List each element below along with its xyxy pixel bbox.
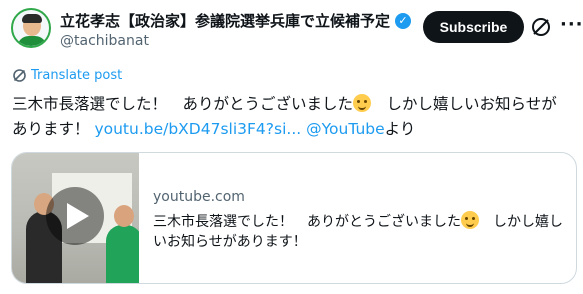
- author-handle[interactable]: @tachibanat: [60, 33, 149, 49]
- tweet-mention[interactable]: @YouTube: [306, 120, 385, 138]
- avatar-shirt: [17, 36, 47, 46]
- verified-badge-icon[interactable]: ✓: [395, 12, 412, 29]
- avatar-hair: [22, 14, 42, 23]
- card-title-part1: 三木市長落選でした！ ありがとうございました: [153, 214, 461, 230]
- card-domain: youtube.com: [153, 189, 245, 205]
- smiling-face-emoji: [353, 94, 372, 112]
- translate-icon: [13, 69, 26, 82]
- author-display-name[interactable]: 立花孝志【政治家】参議院選挙兵庫で立候補予定: [60, 10, 390, 31]
- avatar[interactable]: [11, 8, 51, 48]
- more-options-icon[interactable]: ···: [560, 14, 583, 35]
- thumbnail-person-right: [106, 225, 139, 283]
- tweet-suffix: より: [384, 120, 416, 138]
- translate-post-label[interactable]: Translate post: [31, 68, 122, 83]
- author-name-row[interactable]: 立花孝志【政治家】参議院選挙兵庫で立候補予定 ✓: [60, 10, 412, 31]
- thumbnail-person-right-head: [114, 205, 134, 227]
- card-smiling-face-emoji: [461, 211, 479, 229]
- play-triangle: [67, 203, 89, 229]
- tweet-text: 三木市長落選でした！ ありがとうございました しかし嬉しいお知らせがあります！ …: [12, 92, 572, 142]
- link-preview-card[interactable]: youtube.com 三木市長落選でした！ ありがとうございました しかし嬉し…: [11, 152, 577, 284]
- translate-post-link[interactable]: Translate post: [12, 68, 122, 83]
- play-icon[interactable]: [46, 187, 104, 245]
- tweet-text-part1: 三木市長落選でした！ ありがとうございました: [12, 95, 354, 113]
- grok-icon[interactable]: [530, 16, 552, 38]
- subscribe-button[interactable]: Subscribe: [423, 11, 524, 43]
- card-title: 三木市長落選でした！ ありがとうございました しかし嬉しいお知らせがあります！: [153, 211, 565, 252]
- video-thumbnail[interactable]: [12, 153, 139, 283]
- tweet-link[interactable]: youtu.be/bXD47sli3F4?si...: [94, 120, 301, 138]
